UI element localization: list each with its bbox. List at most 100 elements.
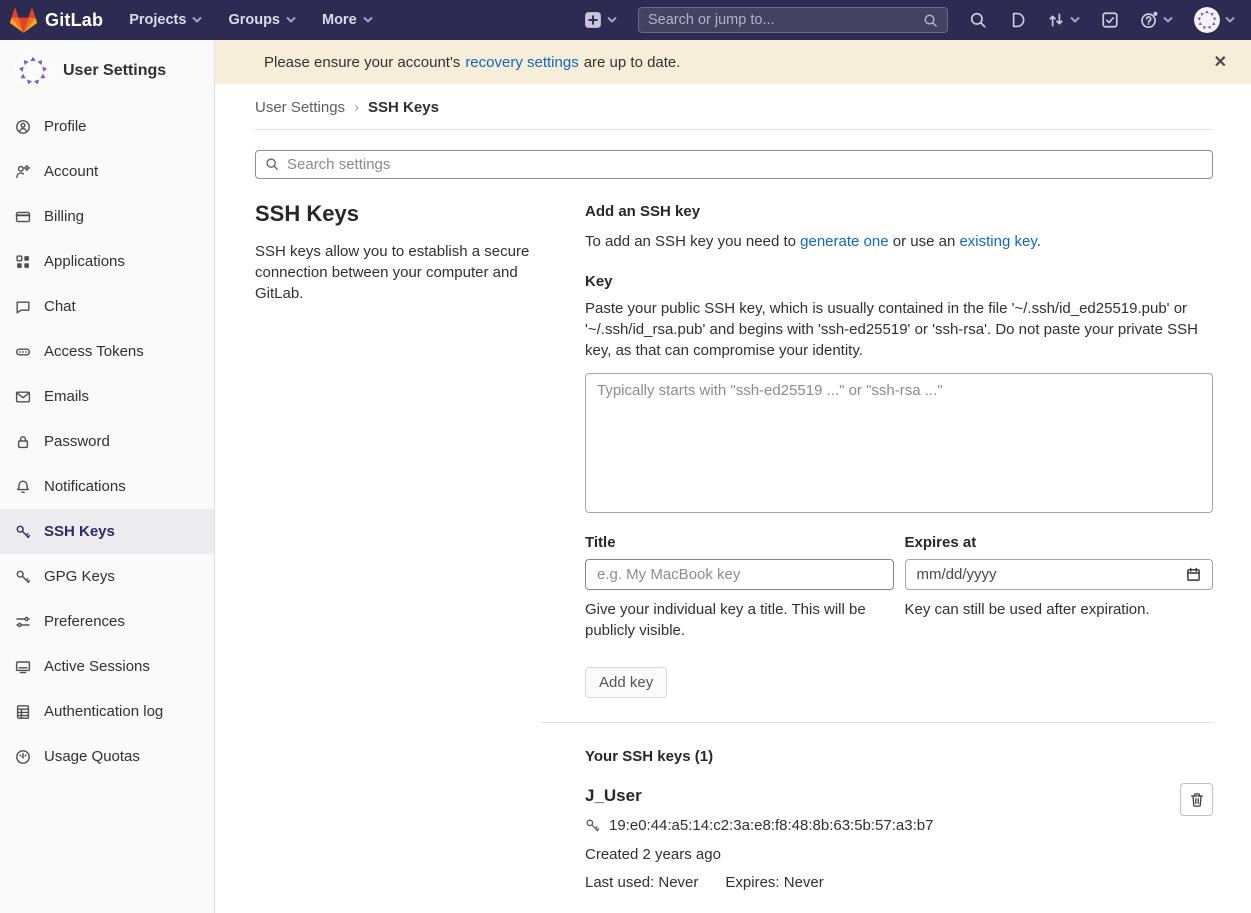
key-help-text: Paste your public SSH key, which is usua… [585, 298, 1213, 361]
log-icon [15, 704, 31, 720]
menu-groups[interactable]: Groups [228, 12, 296, 28]
delete-key-button[interactable] [1180, 783, 1213, 816]
sidebar-nav: Profile Account Billing Applications Cha… [0, 104, 214, 779]
navbar-right [584, 7, 1235, 33]
chevron-down-icon [1163, 15, 1173, 25]
chevron-down-icon [192, 15, 202, 25]
sidebar-item-usage-quotas[interactable]: Usage Quotas [0, 734, 214, 779]
key-icon [15, 524, 31, 540]
issues-icon [1008, 11, 1026, 29]
brand-name: GitLab [45, 10, 103, 31]
settings-search-input[interactable] [255, 150, 1213, 179]
ssh-key-created: Created 2 years ago [585, 846, 1165, 863]
sidebar-item-profile[interactable]: Profile [0, 104, 214, 149]
chevron-down-icon [1070, 15, 1080, 25]
gitlab-home-link[interactable]: GitLab [10, 8, 103, 33]
top-navbar: GitLab Projects Groups More [0, 0, 1251, 40]
ssh-key-fingerprint: 19:e0:44:a5:14:c2:3a:e8:f8:48:8b:63:5b:5… [609, 817, 933, 834]
main-content: Please ensure your account's recovery se… [215, 40, 1251, 913]
expires-at-input[interactable]: mm/dd/yyyy [905, 559, 1214, 590]
ssh-key-last-used: Last used: Never [585, 874, 698, 891]
title-label: Title [585, 534, 894, 551]
chat-bubble-icon [15, 299, 31, 315]
todo-check-square-icon [1101, 11, 1119, 29]
sidebar-item-access-tokens[interactable]: Access Tokens [0, 329, 214, 374]
page-title: SSH Keys [255, 201, 585, 227]
sidebar-item-authentication-log[interactable]: Authentication log [0, 689, 214, 734]
breadcrumb-separator: › [354, 99, 359, 116]
title-input[interactable] [585, 559, 894, 590]
new-menu-button[interactable] [584, 11, 617, 29]
search-icon [265, 157, 279, 171]
profile-icon [15, 119, 31, 135]
sidebar-item-applications[interactable]: Applications [0, 239, 214, 284]
expires-at-label: Expires at [905, 534, 1214, 551]
bell-icon [15, 479, 31, 495]
user-avatar [14, 52, 52, 90]
breadcrumb-current: SSH Keys [368, 99, 439, 116]
add-key-button[interactable]: Add key [585, 667, 667, 698]
add-ssh-key-heading: Add an SSH key [585, 203, 1213, 220]
settings-sidebar: User Settings Profile Account Billing [0, 40, 215, 913]
ssh-key-usage-row: Last used: Never Expires: Never [585, 874, 1165, 891]
sidebar-item-emails[interactable]: Emails [0, 374, 214, 419]
recovery-settings-link[interactable]: recovery settings [465, 54, 578, 71]
top-menus: Projects Groups More [129, 12, 372, 28]
menu-more[interactable]: More [322, 12, 373, 28]
breadcrumb-user-settings[interactable]: User Settings [255, 99, 345, 116]
sidebar-item-active-sessions[interactable]: Active Sessions [0, 644, 214, 689]
navbar-left: GitLab Projects Groups More [10, 8, 373, 33]
ssh-key-form-column: Add an SSH key To add an SSH key you nee… [585, 195, 1213, 891]
sidebar-title: User Settings [63, 62, 166, 80]
token-icon [15, 344, 31, 360]
sidebar-item-gpg-keys[interactable]: GPG Keys [0, 554, 214, 599]
expires-help-text: Key can still be used after expiration. [905, 599, 1214, 620]
sidebar-item-preferences[interactable]: Preferences [0, 599, 214, 644]
sidebar-item-password[interactable]: Password [0, 419, 214, 464]
title-help-text: Give your individual key a title. This w… [585, 599, 894, 641]
sidebar-item-notifications[interactable]: Notifications [0, 464, 214, 509]
chevron-down-icon [363, 15, 373, 25]
breadcrumb: User Settings › SSH Keys [255, 84, 1213, 130]
tanuki-logo-icon [10, 8, 37, 33]
sidebar-header: User Settings [0, 40, 214, 98]
monitor-icon [15, 659, 31, 675]
global-search-input[interactable] [648, 12, 917, 28]
todos-button[interactable] [1101, 11, 1119, 29]
gitlab-app: GitLab Projects Groups More [0, 0, 1251, 913]
menu-projects[interactable]: Projects [129, 12, 202, 28]
sidebar-item-account[interactable]: Account [0, 149, 214, 194]
ssh-key-title-link[interactable]: J_User [585, 786, 642, 806]
lock-icon [15, 434, 31, 450]
ssh-key-fingerprint-row: 19:e0:44:a5:14:c2:3a:e8:f8:48:8b:63:5b:5… [585, 817, 1165, 834]
help-button[interactable] [1140, 11, 1173, 29]
help-question-icon [1140, 11, 1158, 29]
sidebar-item-billing[interactable]: Billing [0, 194, 214, 239]
chevron-down-icon [607, 15, 617, 25]
generate-one-link[interactable]: generate one [800, 233, 888, 250]
gauge-icon [15, 749, 31, 765]
merge-requests-button[interactable] [1047, 11, 1080, 29]
account-icon [15, 164, 31, 180]
issues-button[interactable] [1008, 11, 1026, 29]
sidebar-item-ssh-keys[interactable]: SSH Keys [0, 509, 214, 554]
credit-card-icon [15, 209, 31, 225]
title-field: Title Give your individual key a title. … [585, 534, 894, 641]
calendar-icon [1186, 567, 1201, 582]
search-button[interactable] [969, 11, 987, 29]
chevron-down-icon [1225, 15, 1235, 25]
user-menu-button[interactable] [1194, 7, 1235, 33]
trash-icon [1189, 792, 1205, 808]
sidebar-item-chat[interactable]: Chat [0, 284, 214, 329]
date-placeholder: mm/dd/yyyy [917, 566, 997, 583]
add-ssh-key-intro: To add an SSH key you need to generate o… [585, 233, 1213, 250]
settings-search [255, 150, 1213, 179]
envelope-icon [15, 389, 31, 405]
close-alert-button[interactable]: ✕ [1206, 50, 1235, 74]
section-divider [541, 722, 1213, 723]
existing-key-link[interactable]: existing key [959, 233, 1036, 250]
key-label: Key [585, 273, 1213, 290]
merge-request-icon [1047, 11, 1065, 29]
grid-icon [15, 254, 31, 270]
ssh-key-textarea[interactable] [585, 373, 1213, 513]
